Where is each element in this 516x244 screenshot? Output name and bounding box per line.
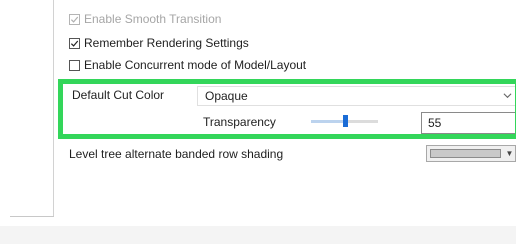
highlight-box bbox=[58, 79, 516, 139]
concurrent-mode-label: Enable Concurrent mode of Model/Layout bbox=[84, 58, 307, 72]
color-dropdown-button[interactable]: ▼ bbox=[504, 145, 516, 162]
concurrent-mode-checkbox[interactable] bbox=[69, 59, 80, 71]
remember-rendering-label: Remember Rendering Settings bbox=[84, 36, 249, 50]
remember-rendering-checkbox[interactable] bbox=[69, 37, 80, 49]
concurrent-mode-option[interactable]: Enable Concurrent mode of Model/Layout bbox=[69, 57, 306, 73]
shading-color-button[interactable] bbox=[426, 145, 505, 162]
smooth-transition-option[interactable]: Enable Smooth Transition bbox=[69, 11, 221, 27]
checkmark-icon bbox=[70, 40, 79, 47]
color-swatch bbox=[430, 149, 501, 158]
panel-left-border bbox=[53, 0, 54, 216]
level-tree-shading-label: Level tree alternate banded row shading bbox=[69, 147, 284, 161]
smooth-transition-checkbox[interactable] bbox=[69, 13, 80, 25]
dropdown-arrow-icon: ▼ bbox=[505, 149, 514, 158]
remember-rendering-option[interactable]: Remember Rendering Settings bbox=[69, 35, 249, 51]
checkmark-icon bbox=[70, 16, 79, 23]
smooth-transition-label: Enable Smooth Transition bbox=[84, 12, 222, 26]
footer-band bbox=[0, 226, 516, 244]
panel-bottom-border bbox=[10, 216, 54, 217]
